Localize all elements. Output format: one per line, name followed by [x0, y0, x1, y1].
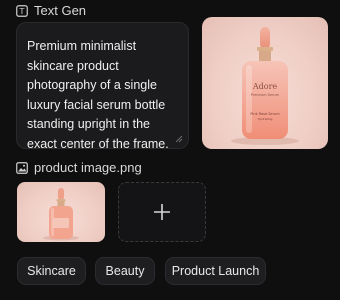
bottle-brand-text: Adore [252, 82, 278, 91]
thumbnail-bottle-illustration [43, 188, 79, 241]
product-image-thumbnail[interactable] [17, 182, 105, 242]
prompt-text[interactable]: Premium minimalist skincare product phot… [27, 37, 178, 154]
bottle-label-line2: Hydrating [258, 117, 273, 121]
bottle-brand-sub-text: Premium Serum [251, 93, 280, 97]
resize-handle-icon[interactable] [175, 135, 183, 143]
add-image-button[interactable] [118, 182, 206, 242]
tag-label: Skincare [27, 264, 76, 278]
text-gen-icon: T [16, 4, 28, 17]
prompt-textarea[interactable]: Premium minimalist skincare product phot… [16, 22, 189, 151]
image-input-title: product image.png [34, 160, 142, 175]
text-gen-header: T Text Gen [16, 3, 86, 18]
generated-preview-image[interactable]: Adore Premium Serum Pink Rose Serum Hydr… [202, 17, 328, 149]
text-gen-title: Text Gen [34, 3, 87, 18]
tag-beauty[interactable]: Beauty [95, 257, 155, 285]
image-input-header: product image.png [16, 160, 142, 175]
tag-label: Beauty [105, 264, 145, 278]
tag-skincare[interactable]: Skincare [17, 257, 86, 285]
svg-text:T: T [19, 7, 25, 16]
image-icon [16, 161, 28, 174]
plus-icon [154, 204, 170, 220]
bottle-label-line1: Pink Rose Serum [250, 112, 280, 116]
tag-label: Product Launch [171, 264, 260, 278]
serum-bottle-illustration: Adore Premium Serum Pink Rose Serum Hydr… [231, 27, 299, 145]
tag-product-launch[interactable]: Product Launch [165, 257, 266, 285]
